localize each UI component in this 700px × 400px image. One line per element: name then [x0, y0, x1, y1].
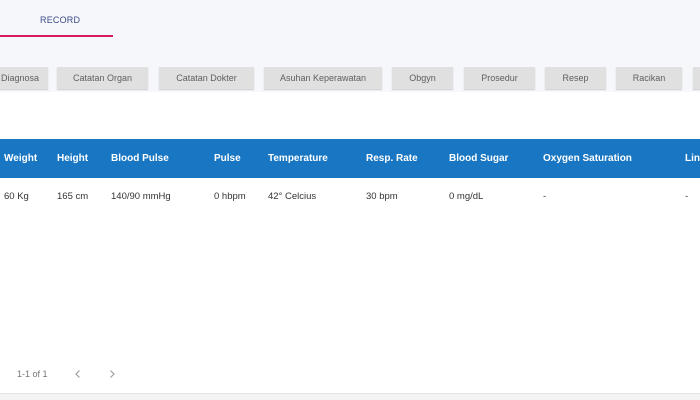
tab-record[interactable]: RECORD: [0, 0, 113, 37]
subtab-asuhan-keperawatan[interactable]: Asuhan Keperawatan: [264, 67, 382, 89]
subtab-diagnosa[interactable]: Diagnosa: [0, 67, 48, 89]
column-weight[interactable]: Weight: [4, 153, 37, 164]
cell-weight: 60 Kg: [4, 191, 29, 202]
cell-resp-rate: 30 bpm: [366, 191, 398, 202]
column-temperature[interactable]: Temperature: [268, 153, 328, 164]
subtab-more[interactable]: [693, 67, 700, 89]
record-page: RECORD Diagnosa Catatan Organ Catatan Do…: [0, 0, 700, 400]
cell-height: 165 cm: [57, 191, 89, 202]
column-blood-sugar[interactable]: Blood Sugar: [449, 153, 508, 164]
pagination-range: 1-1 of 1: [17, 369, 48, 379]
cell-blood-sugar: 0 mg/dL: [449, 191, 484, 202]
subtab-diagnosa-label: Diagnosa: [0, 73, 39, 83]
subtab-catatan-dokter[interactable]: Catatan Dokter: [159, 67, 254, 89]
subtab-prosedur[interactable]: Prosedur: [464, 67, 535, 89]
subtab-resep[interactable]: Resep: [545, 67, 606, 89]
subtab-prosedur-label: Prosedur: [481, 73, 518, 83]
subtab-obgyn[interactable]: Obgyn: [392, 67, 453, 89]
column-resp-rate[interactable]: Resp. Rate: [366, 153, 418, 164]
subtab-catatan-organ-label: Catatan Organ: [72, 73, 133, 83]
column-blood-pulse[interactable]: Blood Pulse: [111, 153, 169, 164]
previous-page-button[interactable]: [70, 366, 86, 382]
subtab-asuhan-keperawatan-label: Asuhan Keperawatan: [279, 73, 367, 83]
subtab-racikan-label: Racikan: [632, 73, 666, 83]
chevron-right-icon: [110, 370, 115, 378]
cell-pulse: 0 hbpm: [214, 191, 246, 202]
subtab-catatan-dokter-label: Catatan Dokter: [176, 73, 237, 83]
cell-blood-pulse: 140/90 mmHg: [111, 191, 171, 202]
subtab-racikan[interactable]: Racikan: [616, 67, 682, 89]
next-page-button[interactable]: [104, 366, 120, 382]
subtab-catatan-organ[interactable]: Catatan Organ: [57, 67, 148, 89]
subtab-obgyn-label: Obgyn: [409, 73, 436, 83]
subtab-resep-label: Resep: [562, 73, 589, 83]
chevron-left-icon: [75, 370, 80, 378]
column-height[interactable]: Height: [57, 153, 88, 164]
tab-record-label: RECORD: [40, 15, 81, 25]
column-lingkar[interactable]: Lingkar: [685, 153, 700, 164]
cell-lingkar: -: [685, 191, 689, 202]
column-pulse[interactable]: Pulse: [214, 153, 241, 164]
column-oxygen-saturation[interactable]: Oxygen Saturation: [543, 153, 632, 164]
footer-strip: [0, 394, 700, 400]
cell-oxygen-saturation: -: [543, 191, 547, 202]
cell-temperature: 42° Celcius: [268, 191, 317, 202]
